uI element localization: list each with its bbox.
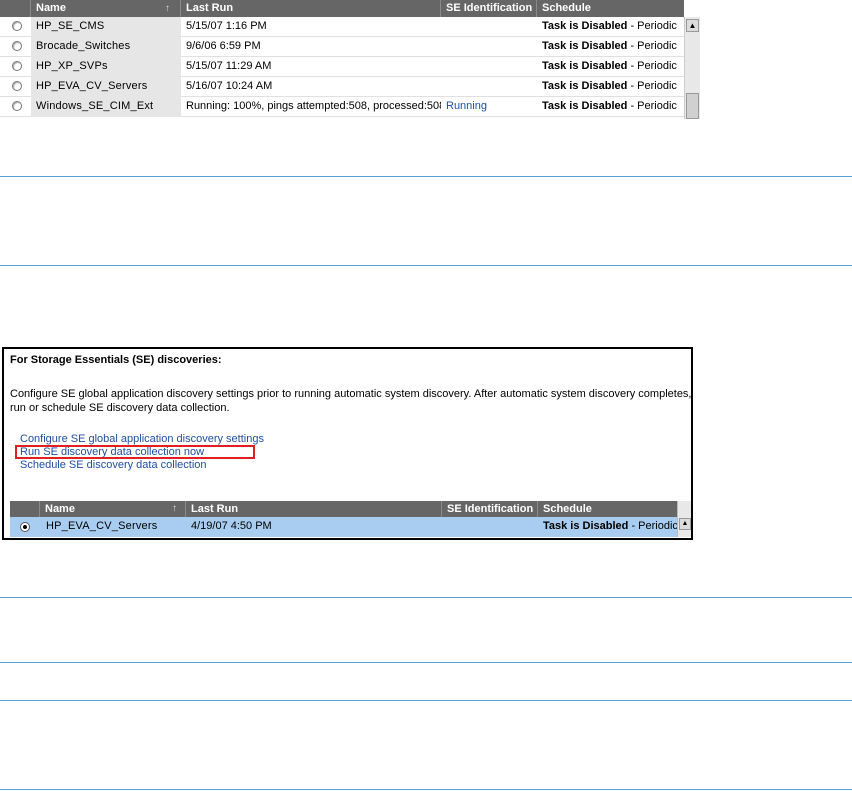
configure-se-settings-link[interactable]: Configure SE global application discover…: [20, 433, 264, 445]
se-table-header: Name ↑ Last Run SE Identification Schedu…: [10, 501, 677, 517]
task-name: HP_XP_SVPs: [31, 57, 181, 77]
task-name: HP_EVA_CV_Servers: [31, 77, 181, 97]
task-name: Windows_SE_CIM_Ext: [31, 97, 181, 117]
select-column-header: [10, 501, 40, 517]
row-radio-button[interactable]: [12, 21, 22, 31]
run-se-collection-link[interactable]: Run SE discovery data collection now: [20, 446, 204, 458]
panel-heading: For Storage Essentials (SE) discoveries:: [10, 354, 222, 366]
column-header-name[interactable]: Name ↑: [40, 501, 186, 517]
task-name: HP_SE_CMS: [31, 17, 181, 37]
column-header-last-run[interactable]: Last Run: [181, 0, 441, 17]
last-run: 5/15/07 11:29 AM: [186, 60, 272, 72]
table-row[interactable]: HP_EVA_CV_Servers 5/16/07 10:24 AM Task …: [0, 77, 684, 97]
column-header-name[interactable]: Name ↑: [31, 0, 181, 17]
se-identification: [441, 77, 537, 97]
last-run: 9/6/06 6:59 PM: [186, 40, 261, 52]
se-identification: [441, 17, 537, 37]
se-discovery-panel: For Storage Essentials (SE) discoveries:…: [2, 347, 693, 540]
se-identification: [441, 57, 537, 77]
last-run: 5/15/07 1:16 PM: [186, 20, 267, 32]
table-header: Name ↑ Last Run SE Identification Schedu…: [0, 0, 684, 17]
divider: [0, 789, 852, 790]
divider: [0, 176, 852, 177]
row-radio-button[interactable]: [12, 101, 22, 111]
divider: [0, 597, 852, 598]
table-scrollbar[interactable]: ▲: [677, 501, 691, 537]
sort-ascending-icon[interactable]: ↑: [165, 0, 170, 17]
table-row-selected[interactable]: HP_EVA_CV_Servers 4/19/07 4:50 PM Task i…: [10, 517, 677, 537]
scroll-up-icon[interactable]: ▲: [679, 518, 691, 530]
schedule: Task is Disabled - Periodic: [542, 40, 677, 52]
divider: [0, 700, 852, 701]
scroll-thumb[interactable]: [686, 93, 699, 119]
discovery-task-table: Name ↑ Last Run SE Identification Schedu…: [0, 0, 700, 119]
se-identification: [441, 37, 537, 57]
se-identification: [442, 517, 538, 537]
last-run: 5/16/07 10:24 AM: [186, 80, 273, 92]
schedule: Task is Disabled - Periodic: [542, 60, 677, 72]
column-header-last-run[interactable]: Last Run: [186, 501, 442, 517]
row-radio-button[interactable]: [12, 41, 22, 51]
table-row[interactable]: Brocade_Switches 9/6/06 6:59 PM Task is …: [0, 37, 684, 57]
task-name: Brocade_Switches: [31, 37, 181, 57]
divider: [0, 662, 852, 663]
sort-ascending-icon[interactable]: ↑: [172, 501, 177, 517]
schedule: Task is Disabled - Periodic: [542, 20, 677, 32]
last-run: Running: 100%, pings attempted:508, proc…: [186, 100, 441, 112]
panel-description: Configure SE global application discover…: [10, 388, 692, 414]
column-header-schedule[interactable]: Schedule: [538, 501, 677, 517]
row-radio-button-selected[interactable]: [20, 522, 30, 532]
se-identification: Running: [446, 100, 487, 112]
column-header-se-identification[interactable]: SE Identification: [441, 0, 537, 17]
schedule: Task is Disabled - Periodic: [543, 520, 677, 532]
table-scrollbar[interactable]: ▲: [684, 17, 700, 119]
last-run: 4/19/07 4:50 PM: [191, 520, 272, 532]
row-radio-button[interactable]: [12, 61, 22, 71]
schedule: Task is Disabled - Periodic: [542, 80, 677, 92]
schedule: Task is Disabled - Periodic: [542, 100, 677, 112]
table-body: HP_SE_CMS 5/15/07 1:16 PM Task is Disabl…: [0, 17, 684, 117]
table-row[interactable]: HP_SE_CMS 5/15/07 1:16 PM Task is Disabl…: [0, 17, 684, 37]
select-column-header: [0, 0, 31, 17]
table-row[interactable]: Windows_SE_CIM_Ext Running: 100%, pings …: [0, 97, 684, 117]
column-header-schedule[interactable]: Schedule: [537, 0, 684, 17]
column-header-se-identification[interactable]: SE Identification: [442, 501, 538, 517]
table-row[interactable]: HP_XP_SVPs 5/15/07 11:29 AM Task is Disa…: [0, 57, 684, 77]
schedule-se-collection-link[interactable]: Schedule SE discovery data collection: [20, 459, 207, 471]
row-radio-button[interactable]: [12, 81, 22, 91]
scroll-up-icon[interactable]: ▲: [686, 19, 699, 32]
divider: [0, 265, 852, 266]
task-name: HP_EVA_CV_Servers: [46, 520, 158, 532]
